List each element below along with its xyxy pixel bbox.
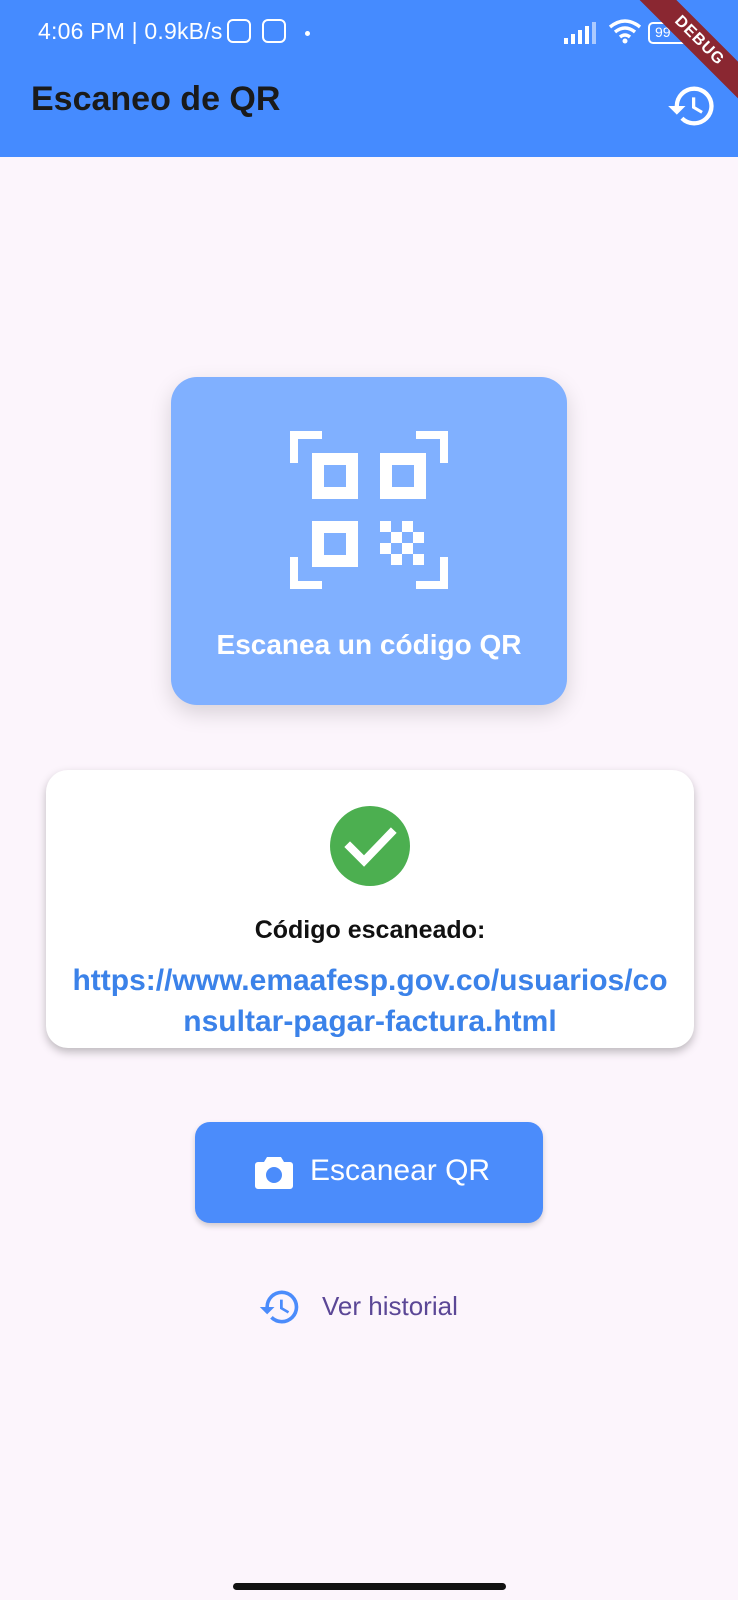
history-link-label: Ver historial: [322, 1291, 458, 1321]
wifi-icon: [608, 19, 642, 44]
qr-code-scanner-icon: [290, 431, 448, 589]
history-icon: [259, 1290, 299, 1324]
history-icon: [668, 86, 714, 126]
app-bar: 4:06 PM | 0.9kB/s 99 DEBUG Escaneo de QR: [0, 0, 738, 157]
page-title: Escaneo de QR: [31, 80, 281, 118]
check-circle-icon: [330, 806, 410, 886]
scan-result-card: Código escaneado: https://www.emaafesp.g…: [46, 770, 694, 1048]
scan-qr-button[interactable]: Escanear QR: [195, 1122, 543, 1223]
scanned-url-link[interactable]: https://www.emaafesp.gov.co/usuarios/con…: [66, 960, 674, 1042]
dot-icon: [305, 31, 310, 36]
home-indicator[interactable]: [233, 1583, 506, 1590]
result-label: Código escaneado:: [254, 916, 486, 944]
status-bar: 4:06 PM | 0.9kB/s 99: [0, 0, 738, 68]
notification-app-icon: [262, 19, 286, 43]
view-history-link[interactable]: Ver historial: [258, 1285, 478, 1329]
scan-qr-tile[interactable]: Escanea un código QR: [171, 377, 567, 705]
signal-icon: [564, 22, 596, 44]
scan-button-label: Escanear QR: [310, 1154, 491, 1187]
camera-icon: [255, 1157, 293, 1189]
scan-tile-label: Escanea un código QR: [216, 629, 522, 660]
status-time-speed: 4:06 PM | 0.9kB/s: [38, 18, 223, 44]
notification-app-icon: [227, 19, 251, 43]
history-action-button[interactable]: [666, 80, 718, 132]
